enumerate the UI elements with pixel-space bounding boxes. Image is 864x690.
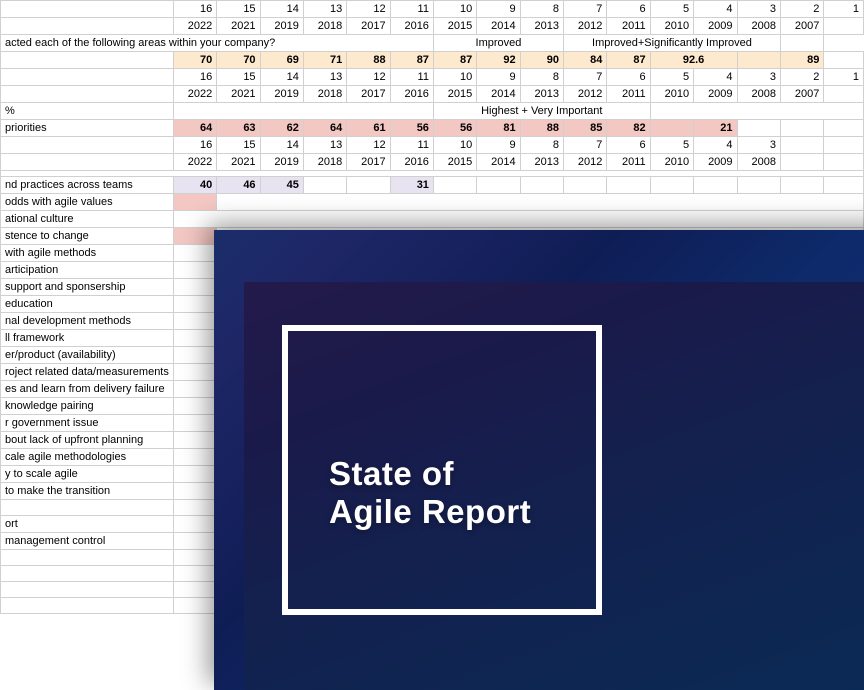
list-item[interactable]: odds with agile values [1, 194, 864, 211]
report-title: State of Agile Report [329, 455, 531, 531]
num-row-3[interactable]: 16151413 1211109 8765 43 [1, 137, 864, 154]
improved-header: Improved [433, 35, 563, 52]
impact-question: acted each of the following areas within… [1, 35, 434, 52]
priority-header-row[interactable]: % Highest + Very Important [1, 103, 864, 120]
list-item[interactable]: ational culture [1, 211, 864, 228]
improved-sig-header: Improved+Significantly Improved [563, 35, 780, 52]
percent-label: % [1, 103, 174, 120]
impact-values-row[interactable]: 7070 6971 8887 8792 9084 87 92.6 89 [1, 52, 864, 69]
practices-label: nd practices across teams [1, 177, 174, 194]
priority-values-row[interactable]: priorities 6463 6264 6156 5681 8885 82 2… [1, 120, 864, 137]
num-row-2[interactable]: 16151413 1211109 8765 4321 [1, 69, 864, 86]
year-row-1[interactable]: 2022202120192018 2017201620152014 201320… [1, 18, 864, 35]
practices-row-1[interactable]: nd practices across teams 40 46 45 31 [1, 177, 864, 194]
report-cover-window[interactable]: State of Agile Report State Agil [214, 230, 864, 690]
highest-important-header: Highest + Very Important [433, 103, 650, 120]
year-row-3[interactable]: 2022202120192018 2017201620152014 201320… [1, 154, 864, 171]
impact-question-row[interactable]: acted each of the following areas within… [1, 35, 864, 52]
priorities-label: priorities [1, 120, 174, 137]
num-row-1[interactable]: 16151413 1211109 8765 4321 [1, 1, 864, 18]
year-row-2[interactable]: 2022202120192018 2017201620152014 201320… [1, 86, 864, 103]
